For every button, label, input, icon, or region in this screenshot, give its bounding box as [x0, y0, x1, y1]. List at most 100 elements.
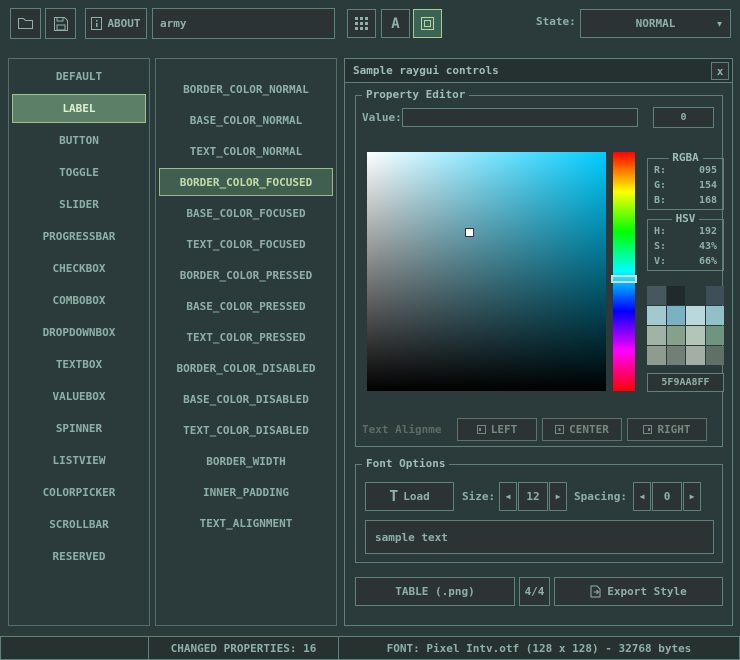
style-property-item[interactable]: BASE_COLOR_NORMAL — [159, 106, 333, 134]
color-swatch[interactable] — [686, 286, 705, 305]
window-titlebar[interactable]: Sample raygui controls — [345, 59, 732, 83]
style-name-input[interactable] — [152, 8, 335, 39]
style-property-item[interactable]: TEXT_COLOR_PRESSED — [159, 323, 333, 351]
control-type-item[interactable]: LISTVIEW — [12, 446, 146, 475]
sample-controls-window: Sample raygui controls x Property Editor… — [344, 58, 733, 626]
align-left-button[interactable]: LEFT — [457, 418, 537, 441]
color-swatch[interactable] — [647, 286, 666, 305]
control-type-item[interactable]: LABEL — [12, 94, 146, 123]
color-swatch[interactable] — [667, 306, 686, 325]
export-pages-box[interactable]: 4/4 — [519, 577, 550, 606]
control-type-item[interactable]: SCROLLBAR — [12, 510, 146, 539]
control-type-item[interactable]: DEFAULT — [12, 62, 146, 91]
rgba-group: RGBA R: 095 G: 154 B: 168 — [647, 158, 724, 210]
font-T-icon: T — [389, 489, 398, 504]
font-spacing-value[interactable]: 0 — [652, 482, 682, 511]
style-property-item[interactable]: TEXT_COLOR_NORMAL — [159, 137, 333, 165]
open-style-button[interactable] — [10, 8, 41, 39]
value-count-box[interactable]: 0 — [653, 107, 714, 128]
control-type-item[interactable]: COMBOBOX — [12, 286, 146, 315]
arrow-right-icon: ▶ — [556, 492, 561, 501]
font-spacing-increment-button[interactable]: ▶ — [683, 482, 701, 511]
letter-a-icon: A — [391, 16, 399, 32]
style-property-item[interactable]: BORDER_COLOR_NORMAL — [159, 75, 333, 103]
hsv-h-value: 192 — [699, 225, 717, 238]
style-property-item[interactable]: BASE_COLOR_PRESSED — [159, 292, 333, 320]
hsv-v-label: V: — [654, 255, 666, 268]
align-right-button[interactable]: RIGHT — [627, 418, 707, 441]
align-right-icon — [643, 425, 652, 434]
sample-text-box[interactable]: sample text — [365, 520, 714, 554]
control-type-item[interactable]: TOGGLE — [12, 158, 146, 187]
hsv-group-label: HSV — [672, 212, 700, 225]
style-property-item[interactable]: INNER_PADDING — [159, 478, 333, 506]
color-swatch[interactable] — [706, 326, 725, 345]
table-view-button[interactable] — [413, 9, 442, 38]
property-editor-group-label: Property Editor — [362, 88, 469, 101]
changed-properties-status: CHANGED PROPERTIES: 16 — [148, 636, 339, 660]
text-view-button[interactable]: A — [381, 9, 410, 38]
hue-bar[interactable] — [613, 152, 635, 391]
align-left-icon — [477, 425, 486, 434]
about-button[interactable]: ABOUT — [85, 8, 147, 39]
property-value-input[interactable] — [402, 108, 638, 127]
align-center-button[interactable]: CENTER — [542, 418, 622, 441]
control-type-item[interactable]: TEXTBOX — [12, 350, 146, 379]
font-size-label: Size: — [462, 490, 495, 503]
style-property-item[interactable]: BORDER_WIDTH — [159, 447, 333, 475]
hue-selector[interactable] — [611, 275, 637, 283]
style-property-item[interactable]: TEXT_ALIGNMENT — [159, 509, 333, 537]
color-swatch[interactable] — [667, 346, 686, 365]
style-property-item[interactable]: BASE_COLOR_DISABLED — [159, 385, 333, 413]
value-label: Value: — [362, 111, 402, 124]
rgba-row-g: G: 154 — [648, 179, 723, 192]
control-type-item[interactable]: BUTTON — [12, 126, 146, 155]
control-type-item[interactable]: SPINNER — [12, 414, 146, 443]
control-type-item[interactable]: DROPDOWNBOX — [12, 318, 146, 347]
window-close-button[interactable]: x — [711, 62, 729, 80]
style-property-item[interactable]: BORDER_COLOR_PRESSED — [159, 261, 333, 289]
hsv-v-value: 66% — [699, 255, 717, 268]
control-type-item[interactable]: VALUEBOX — [12, 382, 146, 411]
color-cursor[interactable] — [466, 229, 473, 236]
arrow-left-icon: ◀ — [640, 492, 645, 501]
export-style-label: Export Style — [607, 585, 686, 598]
color-swatch[interactable] — [706, 286, 725, 305]
export-format-button[interactable]: TABLE (.png) — [355, 577, 515, 606]
export-icon — [590, 585, 602, 598]
color-swatch[interactable] — [686, 306, 705, 325]
font-spacing-decrement-button[interactable]: ◀ — [633, 482, 651, 511]
control-type-item[interactable]: SLIDER — [12, 190, 146, 219]
state-label: State: — [536, 15, 576, 28]
color-swatch-grid — [647, 286, 724, 365]
font-size-increment-button[interactable]: ▶ — [549, 482, 567, 511]
control-type-item[interactable]: RESERVED — [12, 542, 146, 571]
color-swatch[interactable] — [647, 346, 666, 365]
state-dropdown[interactable]: NORMAL ▼ — [580, 9, 731, 38]
control-type-item[interactable]: CHECKBOX — [12, 254, 146, 283]
color-swatch[interactable] — [706, 346, 725, 365]
font-load-button[interactable]: T Load — [365, 482, 454, 511]
control-type-item[interactable]: COLORPICKER — [12, 478, 146, 507]
color-swatch[interactable] — [647, 326, 666, 345]
font-size-decrement-button[interactable]: ◀ — [499, 482, 517, 511]
export-style-button[interactable]: Export Style — [554, 577, 723, 606]
properties-list: BORDER_COLOR_NORMAL BASE_COLOR_NORMAL TEXT… — [155, 58, 337, 626]
color-swatch[interactable] — [667, 326, 686, 345]
style-property-item[interactable]: TEXT_COLOR_DISABLED — [159, 416, 333, 444]
style-property-item[interactable]: BORDER_COLOR_FOCUSED — [159, 168, 333, 196]
color-swatch[interactable] — [686, 346, 705, 365]
color-swatch[interactable] — [667, 286, 686, 305]
style-property-item[interactable]: BASE_COLOR_FOCUSED — [159, 199, 333, 227]
style-property-item[interactable]: BORDER_COLOR_DISABLED — [159, 354, 333, 382]
color-swatch[interactable] — [647, 306, 666, 325]
color-swatch[interactable] — [706, 306, 725, 325]
color-saturation-panel[interactable] — [367, 152, 606, 391]
style-property-item[interactable]: TEXT_COLOR_FOCUSED — [159, 230, 333, 258]
control-type-item[interactable]: PROGRESSBAR — [12, 222, 146, 251]
save-style-button[interactable] — [45, 8, 76, 39]
color-swatch[interactable] — [686, 326, 705, 345]
hex-value-box[interactable]: 5F9AA8FF — [647, 373, 724, 392]
font-size-value[interactable]: 12 — [518, 482, 548, 511]
grid-view-button[interactable] — [347, 9, 376, 38]
